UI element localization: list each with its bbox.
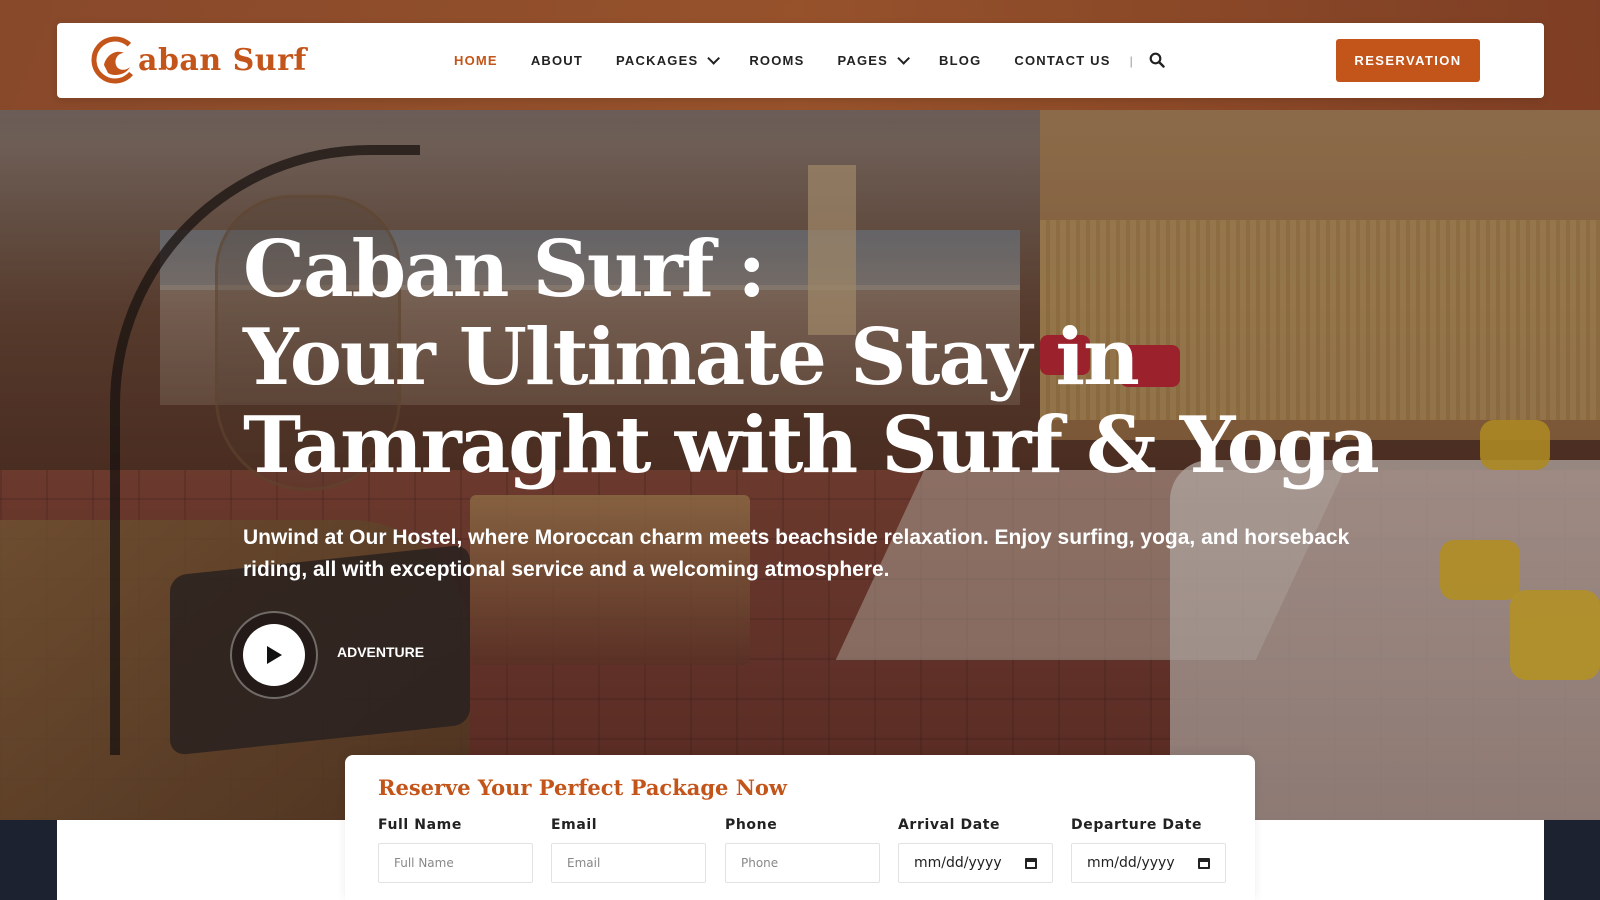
play-icon bbox=[267, 646, 282, 664]
phone-label: Phone bbox=[725, 817, 778, 833]
play-button-circle bbox=[243, 624, 305, 686]
departure-date-field: Departure Date mm/dd/yyyy bbox=[1071, 817, 1226, 883]
arrival-date-field: Arrival Date mm/dd/yyyy bbox=[898, 817, 1053, 883]
reservation-form-title: Reserve Your Perfect Package Now bbox=[378, 775, 788, 800]
video-play-button[interactable] bbox=[230, 611, 318, 699]
calendar-icon[interactable] bbox=[1025, 857, 1037, 869]
nav-item-home[interactable]: HOME bbox=[454, 53, 498, 68]
nav-item-blog[interactable]: BLOG bbox=[939, 53, 981, 68]
chevron-down-icon bbox=[707, 52, 721, 65]
phone-field: Phone bbox=[725, 817, 880, 883]
logo-text: aban Surf bbox=[138, 42, 307, 78]
nav-item-label: ABOUT bbox=[530, 53, 584, 68]
search-icon[interactable] bbox=[1149, 52, 1167, 70]
calendar-icon[interactable] bbox=[1198, 857, 1210, 869]
arrival-date-label: Arrival Date bbox=[898, 817, 1001, 833]
main-nav: HOME ABOUT PACKAGES ROOMS PAGES BLOG CON… bbox=[454, 23, 1167, 98]
nav-item-label: ROOMS bbox=[749, 53, 805, 68]
nav-item-packages[interactable]: PACKAGES bbox=[616, 52, 721, 68]
chevron-down-icon bbox=[897, 52, 911, 65]
arrival-date-input[interactable]: mm/dd/yyyy bbox=[898, 843, 1053, 883]
nav-separator: | bbox=[1129, 53, 1133, 68]
hero-title-line: Caban Surf : bbox=[243, 224, 766, 315]
reservation-form: Reserve Your Perfect Package Now Full Na… bbox=[345, 755, 1255, 900]
phone-input[interactable] bbox=[725, 843, 880, 883]
full-name-label: Full Name bbox=[378, 817, 462, 833]
hero-subtitle: Unwind at Our Hostel, where Moroccan cha… bbox=[243, 526, 1350, 581]
arrival-date-value: mm/dd/yyyy bbox=[914, 855, 1002, 871]
site-header: aban Surf HOME ABOUT PACKAGES ROOMS PAGE… bbox=[57, 23, 1544, 98]
logo[interactable]: aban Surf bbox=[90, 35, 307, 85]
nav-item-label: HOME bbox=[454, 53, 498, 68]
nav-item-label: PAGES bbox=[837, 53, 889, 68]
email-input[interactable] bbox=[551, 843, 706, 883]
nav-item-contact-us[interactable]: CONTACT US bbox=[1014, 53, 1110, 68]
nav-item-label: PACKAGES bbox=[616, 53, 699, 68]
departure-date-value: mm/dd/yyyy bbox=[1087, 855, 1175, 871]
departure-date-input[interactable]: mm/dd/yyyy bbox=[1071, 843, 1226, 883]
full-name-field: Full Name bbox=[378, 817, 533, 883]
departure-date-label: Departure Date bbox=[1071, 817, 1203, 833]
nav-item-label: CONTACT US bbox=[1014, 53, 1111, 68]
nav-item-pages[interactable]: PAGES bbox=[837, 52, 911, 68]
email-label: Email bbox=[551, 817, 598, 833]
play-label: ADVENTURE bbox=[337, 644, 425, 660]
full-name-input[interactable] bbox=[378, 843, 533, 883]
wave-logo-icon bbox=[90, 35, 140, 85]
hero-title-line: Tamraght with Surf & Yoga bbox=[243, 400, 1380, 491]
hero-title: Caban Surf : Your Ultimate Stay in Tamra… bbox=[243, 226, 1393, 490]
email-field: Email bbox=[551, 817, 706, 883]
nav-item-about[interactable]: ABOUT bbox=[531, 53, 583, 68]
reservation-button[interactable]: RESERVATION bbox=[1336, 39, 1480, 82]
hero-title-line: Your Ultimate Stay in bbox=[243, 312, 1140, 403]
nav-item-rooms[interactable]: ROOMS bbox=[749, 53, 804, 68]
nav-item-label: BLOG bbox=[939, 53, 982, 68]
